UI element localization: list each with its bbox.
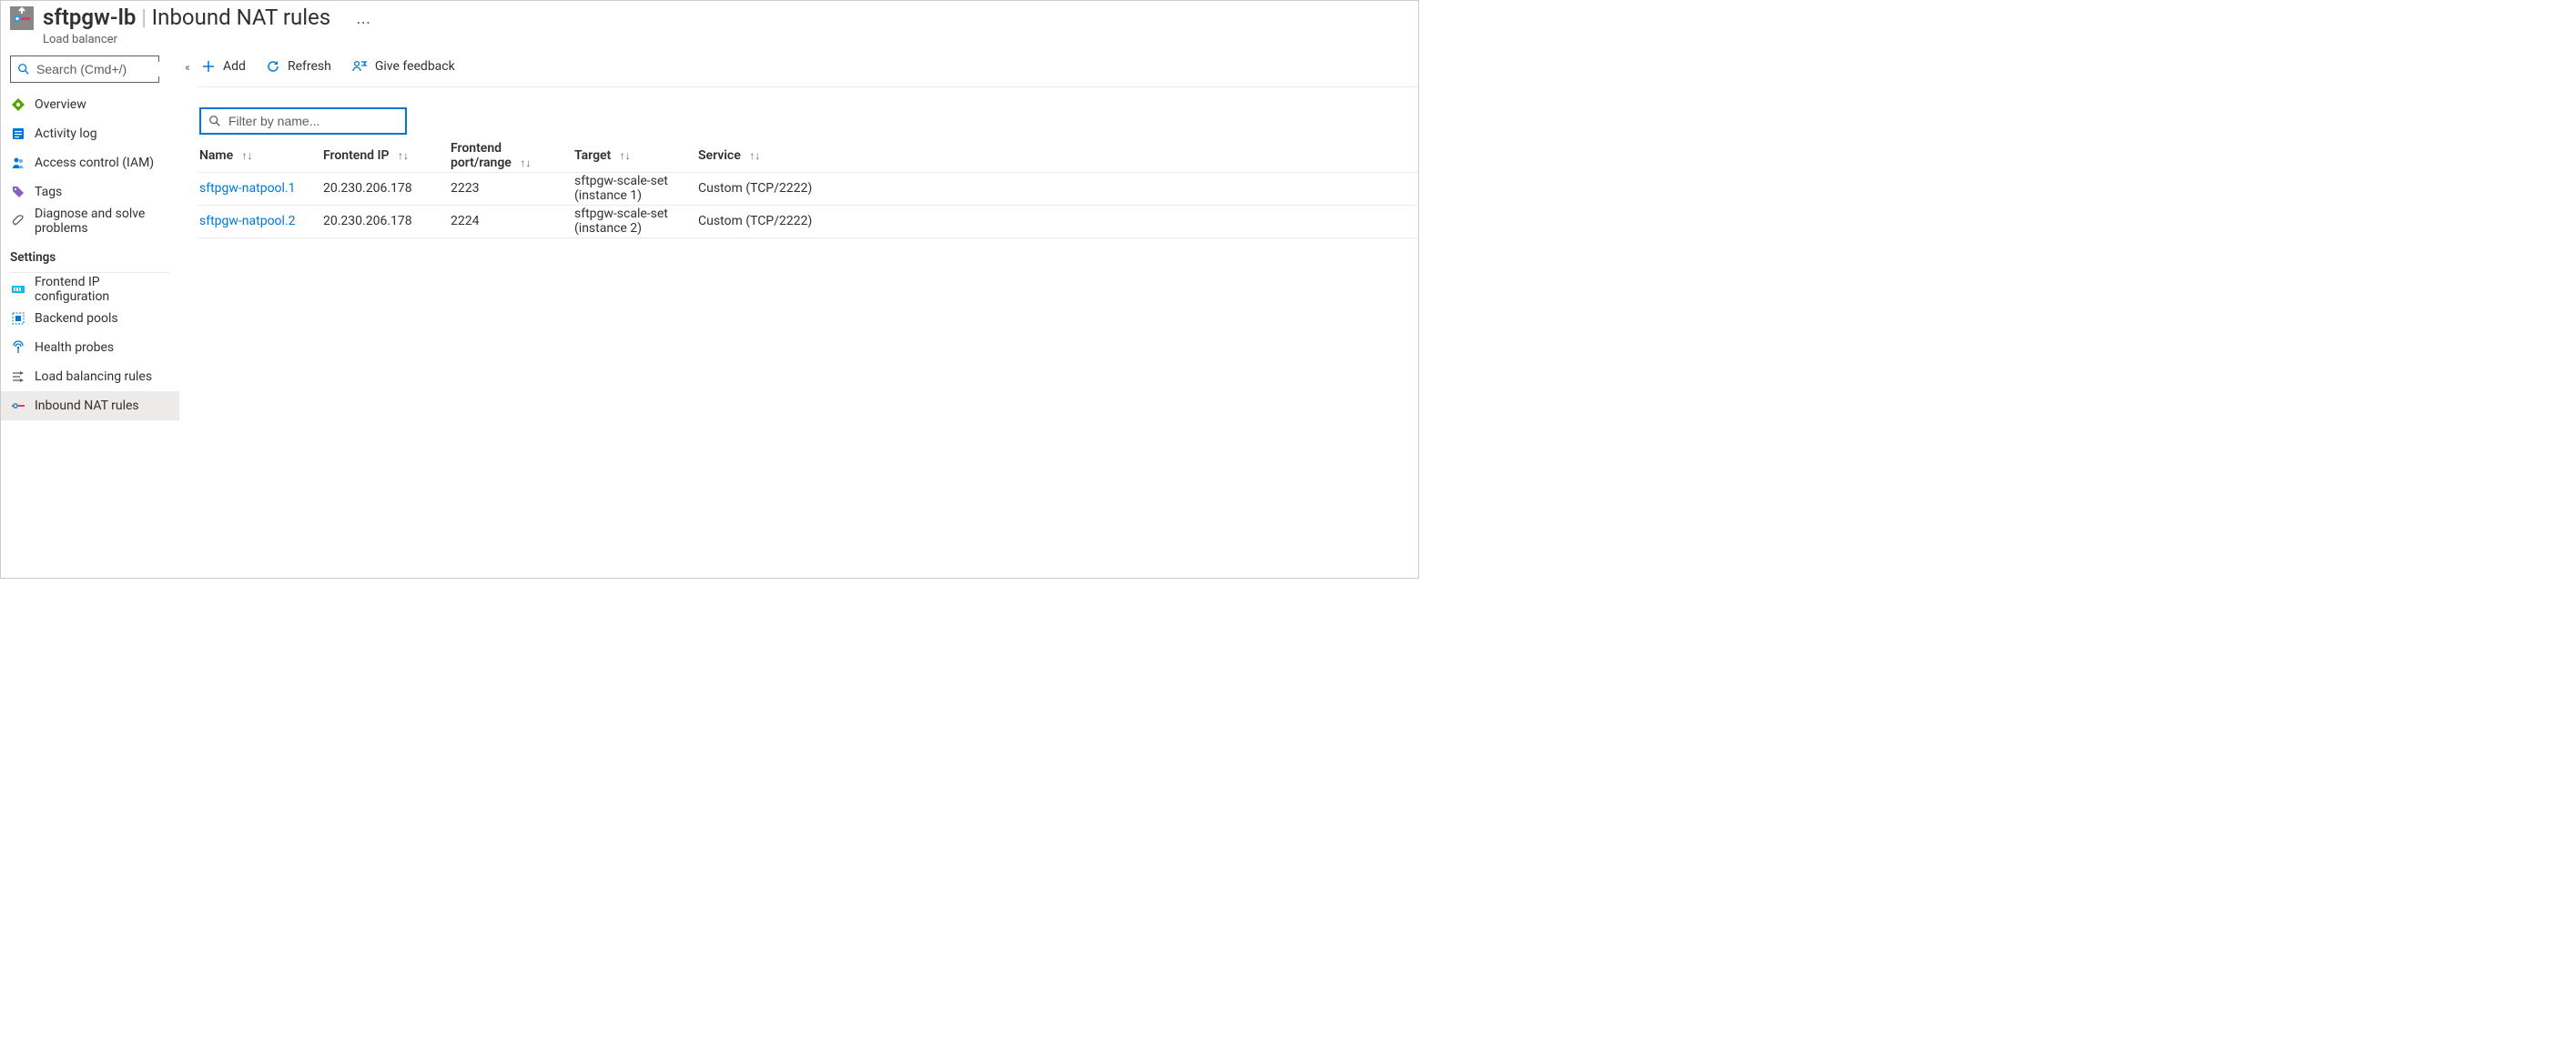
table-row[interactable]: sftpgw-natpool.2 20.230.206.178 2224 sft… — [198, 206, 1418, 238]
search-icon — [208, 115, 221, 127]
inbound-nat-icon — [11, 399, 25, 413]
sort-icon: ↑↓ — [520, 156, 531, 169]
sidebar-item-label: Frontend IP configuration — [35, 275, 170, 304]
sidebar-item-lb-rules[interactable]: Load balancing rules — [1, 362, 179, 391]
sidebar-search[interactable] — [10, 56, 159, 83]
sidebar-item-overview[interactable]: Overview — [1, 90, 179, 119]
feedback-label: Give feedback — [375, 59, 455, 74]
diagnose-icon — [11, 214, 25, 228]
sidebar-item-backend-pools[interactable]: Backend pools — [1, 304, 179, 333]
sidebar: Overview Activity log Access control (IA… — [1, 48, 179, 585]
add-button[interactable]: Add — [199, 57, 248, 76]
sidebar-item-diagnose[interactable]: Diagnose and solve problems — [1, 207, 179, 236]
nat-rules-table: Name ↑↓ Frontend IP ↑↓ Frontend port/ran… — [198, 140, 1418, 238]
cell-service: Custom (TCP/2222) — [696, 214, 1418, 228]
page-title: sftpgw-lb|Inbound NAT rules — [43, 5, 330, 31]
resource-type-label: Load balancer — [43, 33, 330, 46]
sidebar-search-input[interactable] — [36, 62, 201, 76]
col-header-target[interactable]: Target ↑↓ — [573, 148, 696, 163]
sidebar-item-label: Tags — [35, 185, 62, 199]
cell-frontend-ip: 20.230.206.178 — [321, 214, 449, 228]
sidebar-item-label: Overview — [35, 97, 86, 112]
search-icon — [16, 62, 31, 76]
cell-target: sftpgw-scale-set (instance 2) — [573, 207, 696, 236]
rule-name-link[interactable]: sftpgw-natpool.1 — [199, 181, 296, 196]
sort-icon: ↑↓ — [242, 149, 253, 162]
sidebar-item-label: Inbound NAT rules — [35, 399, 139, 413]
sidebar-item-label: Activity log — [35, 126, 97, 141]
tags-icon — [11, 185, 25, 199]
lb-rules-icon — [11, 369, 25, 384]
sort-icon: ↑↓ — [620, 149, 631, 162]
resource-name: sftpgw-lb — [43, 5, 136, 30]
load-balancer-icon — [10, 6, 34, 30]
cell-target: sftpgw-scale-set (instance 1) — [573, 174, 696, 203]
collapse-sidebar-button[interactable]: « — [179, 48, 196, 585]
sidebar-separator — [10, 272, 170, 273]
refresh-icon — [266, 59, 280, 74]
sort-icon: ↑↓ — [749, 149, 760, 162]
more-actions-button[interactable]: ⋯ — [349, 10, 380, 35]
sidebar-item-activity-log[interactable]: Activity log — [1, 119, 179, 148]
table-header-row: Name ↑↓ Frontend IP ↑↓ Frontend port/ran… — [198, 140, 1418, 173]
sidebar-item-label: Backend pools — [35, 311, 118, 326]
feedback-icon — [351, 59, 368, 74]
cell-frontend-port: 2223 — [449, 181, 573, 196]
col-header-frontend-ip[interactable]: Frontend IP ↑↓ — [321, 148, 449, 163]
refresh-button[interactable]: Refresh — [264, 57, 333, 76]
sidebar-item-access-control[interactable]: Access control (IAM) — [1, 148, 179, 177]
sidebar-item-label: Health probes — [35, 340, 114, 355]
page-header: sftpgw-lb|Inbound NAT rules Load balance… — [1, 1, 1418, 48]
col-header-service[interactable]: Service ↑↓ — [696, 148, 1418, 163]
activity-log-icon — [11, 126, 25, 141]
access-control-icon — [11, 156, 25, 170]
feedback-button[interactable]: Give feedback — [350, 57, 457, 76]
frontend-ip-icon — [11, 282, 25, 297]
main-content: Add Refresh Give feedback — [196, 48, 1418, 585]
table-row[interactable]: sftpgw-natpool.1 20.230.206.178 2223 sft… — [198, 173, 1418, 206]
command-bar: Add Refresh Give feedback — [198, 48, 1418, 87]
sidebar-item-label: Load balancing rules — [35, 369, 152, 384]
plus-icon — [201, 59, 216, 74]
refresh-label: Refresh — [288, 59, 331, 74]
col-header-frontend-port[interactable]: Frontend port/range ↑↓ — [449, 141, 573, 170]
cell-frontend-ip: 20.230.206.178 — [321, 181, 449, 196]
sidebar-item-frontend-ip[interactable]: Frontend IP configuration — [1, 275, 179, 304]
sidebar-item-health-probes[interactable]: Health probes — [1, 333, 179, 362]
filter-box[interactable] — [199, 107, 407, 135]
sidebar-item-inbound-nat[interactable]: Inbound NAT rules — [1, 391, 179, 420]
sidebar-item-tags[interactable]: Tags — [1, 177, 179, 207]
section-title: Inbound NAT rules — [152, 5, 331, 30]
sidebar-group-settings: Settings — [1, 236, 179, 270]
sidebar-item-label: Diagnose and solve problems — [35, 207, 170, 236]
add-label: Add — [223, 59, 246, 74]
health-probes-icon — [11, 340, 25, 355]
cell-frontend-port: 2224 — [449, 214, 573, 228]
cell-service: Custom (TCP/2222) — [696, 181, 1418, 196]
filter-input[interactable] — [228, 114, 398, 128]
sidebar-item-label: Access control (IAM) — [35, 156, 154, 170]
col-header-name[interactable]: Name ↑↓ — [198, 148, 321, 163]
rule-name-link[interactable]: sftpgw-natpool.2 — [199, 214, 296, 228]
backend-pools-icon — [11, 311, 25, 326]
overview-icon — [11, 97, 25, 112]
sort-icon: ↑↓ — [398, 149, 409, 162]
